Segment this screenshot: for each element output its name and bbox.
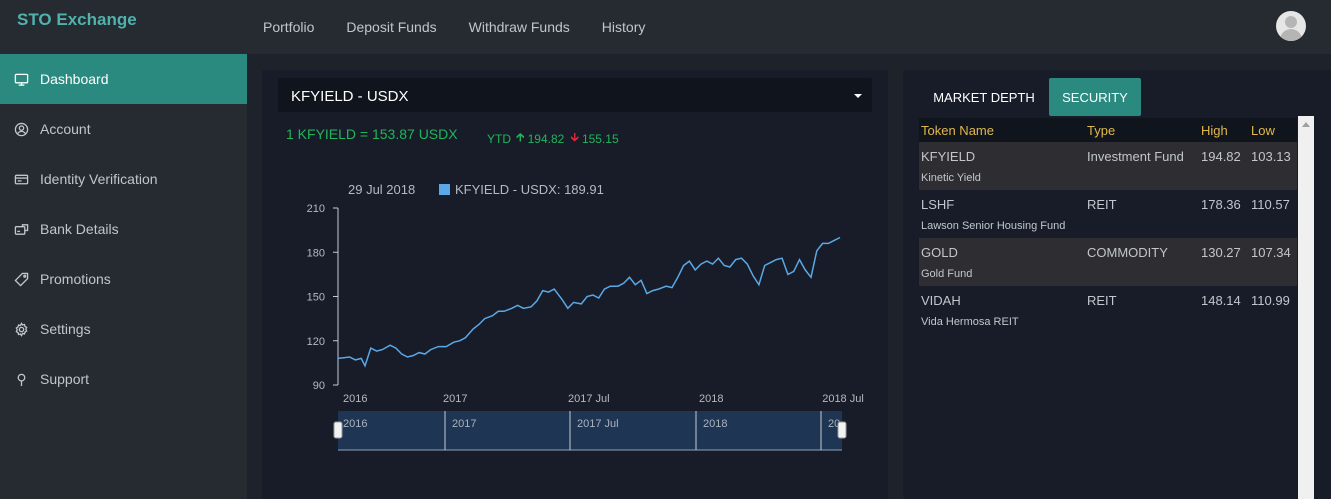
range-navigator[interactable]: 2016 2017 2017 Jul 2018 20 bbox=[333, 411, 847, 451]
top-nav: Portfolio Deposit Funds Withdraw Funds H… bbox=[263, 19, 677, 35]
token-name: Vida Hermosa REIT bbox=[921, 316, 1019, 328]
token-high: 178.36 bbox=[1201, 197, 1241, 212]
sidebar-item-label: Settings bbox=[40, 321, 91, 337]
id-card-icon bbox=[13, 171, 29, 187]
token-type: Investment Fund bbox=[1087, 149, 1184, 164]
token-symbol: KFYIELD bbox=[921, 149, 976, 164]
x-tick-label: 2017 Jul bbox=[568, 393, 610, 405]
x-tick-label: 2017 bbox=[443, 393, 467, 405]
price-line bbox=[337, 236, 841, 368]
avatar-head bbox=[1285, 16, 1297, 28]
token-low: 107.34 bbox=[1251, 245, 1291, 260]
header-low[interactable]: Low bbox=[1251, 123, 1275, 138]
token-symbol: VIDAH bbox=[921, 293, 961, 308]
token-type: COMMODITY bbox=[1087, 245, 1168, 260]
sidebar-item-label: Dashboard bbox=[40, 71, 109, 87]
sidebar: Dashboard Account Identity Verification … bbox=[0, 54, 247, 499]
x-tick-label: 2016 bbox=[343, 393, 367, 405]
table-row[interactable]: VIDAH Vida Hermosa REIT REIT 148.14 110.… bbox=[919, 286, 1297, 334]
token-type: REIT bbox=[1087, 293, 1117, 308]
vertical-scrollbar[interactable] bbox=[1298, 116, 1314, 499]
chart-panel: KFYIELD - USDX 1 KFYIELD = 153.87 USDX Y… bbox=[262, 70, 888, 499]
avatar[interactable] bbox=[1276, 11, 1306, 41]
x-tick-label: 2018 Jul bbox=[822, 393, 864, 405]
top-bar: STO Exchange Portfolio Deposit Funds Wit… bbox=[0, 0, 1331, 54]
navigator-tick-label: 2018 bbox=[703, 418, 727, 430]
token-symbol: GOLD bbox=[921, 245, 958, 260]
user-icon bbox=[13, 121, 29, 137]
sidebar-item-dashboard[interactable]: Dashboard bbox=[0, 54, 247, 104]
sidebar-item-label: Bank Details bbox=[40, 221, 119, 237]
token-low: 103.13 bbox=[1251, 149, 1291, 164]
y-tick-label: 120 bbox=[307, 336, 325, 348]
brand-logo[interactable]: STO Exchange bbox=[17, 10, 137, 30]
price-series bbox=[337, 236, 841, 368]
legend-swatch bbox=[439, 184, 450, 195]
token-high: 148.14 bbox=[1201, 293, 1241, 308]
sidebar-item-account[interactable]: Account bbox=[0, 104, 247, 154]
token-symbol: LSHF bbox=[921, 197, 955, 212]
tab-security[interactable]: SECURITY bbox=[1049, 78, 1141, 116]
navigator-handle-left bbox=[333, 421, 343, 439]
sidebar-item-bank-details[interactable]: Bank Details bbox=[0, 204, 247, 254]
tag-icon bbox=[13, 271, 29, 287]
token-name: Kinetic Yield bbox=[921, 172, 981, 184]
y-tick-label: 180 bbox=[307, 247, 325, 259]
price-chart[interactable]: 90 120 150 180 210 2016 2017 2017 Jul 2018 2018 … bbox=[262, 70, 888, 499]
security-panel: MARKET DEPTH SECURITY Token Name Type Hi… bbox=[903, 70, 1331, 499]
avatar-body bbox=[1280, 29, 1302, 41]
navigator-handle-right bbox=[837, 421, 847, 439]
x-axis: 2016 2017 2017 Jul 2018 2018 Jul bbox=[343, 393, 864, 405]
navigator-track bbox=[338, 411, 842, 450]
sidebar-item-label: Identity Verification bbox=[40, 171, 158, 187]
y-tick-label: 150 bbox=[307, 292, 325, 304]
navigator-tick-label: 2017 Jul bbox=[577, 418, 619, 430]
navigator-tick-label: 2017 bbox=[452, 418, 476, 430]
token-name: Lawson Senior Housing Fund bbox=[921, 220, 1066, 232]
y-axis: 90 120 150 180 210 bbox=[307, 203, 339, 392]
header-token-name[interactable]: Token Name bbox=[921, 123, 994, 138]
token-low: 110.57 bbox=[1251, 197, 1290, 212]
chart-tooltip: 29 Jul 2018 KFYIELD - USDX: 189.91 bbox=[348, 182, 604, 197]
table-header: Token Name Type High Low bbox=[919, 118, 1297, 142]
nav-history[interactable]: History bbox=[602, 19, 646, 35]
sidebar-item-label: Promotions bbox=[40, 271, 111, 287]
tooltip-date: 29 Jul 2018 bbox=[348, 182, 415, 197]
x-tick-label: 2018 bbox=[699, 393, 723, 405]
token-name: Gold Fund bbox=[921, 268, 973, 280]
nav-withdraw-funds[interactable]: Withdraw Funds bbox=[469, 19, 570, 35]
sidebar-item-settings[interactable]: Settings bbox=[0, 304, 247, 354]
sidebar-item-label: Support bbox=[40, 371, 90, 387]
table-row[interactable]: KFYIELD Kinetic Yield Investment Fund 19… bbox=[919, 142, 1297, 190]
token-high: 194.82 bbox=[1201, 149, 1241, 164]
table-row[interactable]: LSHF Lawson Senior Housing Fund REIT 178… bbox=[919, 190, 1297, 238]
bank-card-icon bbox=[13, 221, 29, 237]
tab-market-depth[interactable]: MARKET DEPTH bbox=[923, 78, 1045, 116]
header-type[interactable]: Type bbox=[1087, 123, 1115, 138]
sidebar-item-label: Account bbox=[40, 121, 91, 137]
token-high: 130.27 bbox=[1201, 245, 1241, 260]
monitor-icon bbox=[13, 71, 29, 87]
y-tick-label: 90 bbox=[313, 380, 325, 392]
y-tick-label: 210 bbox=[307, 203, 325, 215]
sidebar-item-identity-verification[interactable]: Identity Verification bbox=[0, 154, 247, 204]
nav-portfolio[interactable]: Portfolio bbox=[263, 19, 314, 35]
sidebar-item-promotions[interactable]: Promotions bbox=[0, 254, 247, 304]
token-low: 110.99 bbox=[1251, 293, 1290, 308]
nav-deposit-funds[interactable]: Deposit Funds bbox=[346, 19, 436, 35]
scroll-up-icon[interactable] bbox=[1302, 122, 1310, 127]
pin-icon bbox=[13, 371, 29, 387]
header-high[interactable]: High bbox=[1201, 123, 1228, 138]
token-type: REIT bbox=[1087, 197, 1117, 212]
gear-icon bbox=[13, 321, 29, 337]
table-row[interactable]: GOLD Gold Fund COMMODITY 130.27 107.34 bbox=[919, 238, 1297, 286]
tooltip-series: KFYIELD - USDX: 189.91 bbox=[455, 182, 604, 197]
navigator-tick-label: 2016 bbox=[343, 418, 367, 430]
security-table: Token Name Type High Low KFYIELD Kinetic… bbox=[919, 118, 1297, 334]
sidebar-item-support[interactable]: Support bbox=[0, 354, 247, 404]
